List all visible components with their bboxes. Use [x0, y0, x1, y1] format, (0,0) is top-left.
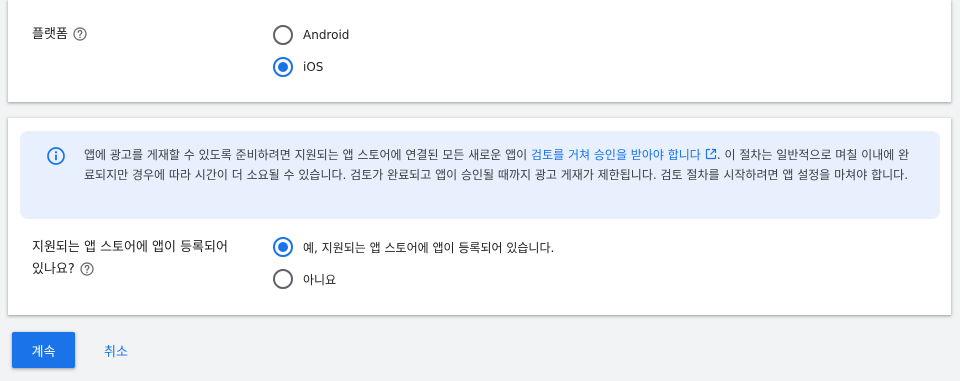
continue-button[interactable]: 계속 — [12, 332, 75, 368]
platform-option-ios[interactable]: iOS — [273, 57, 323, 77]
yes-option-label: 예, 지원되는 앱 스토어에 앱이 등록되어 있습니다. — [303, 240, 555, 255]
platform-label: 플랫폼 — [32, 27, 68, 42]
store-question-line2: 있나요? — [32, 262, 75, 277]
store-option-no[interactable]: 아니요 — [273, 269, 336, 289]
store-option-yes[interactable]: 예, 지원되는 앱 스토어에 앱이 등록되어 있습니다. — [273, 237, 554, 257]
platform-field-label: 플랫폼 — [32, 25, 87, 45]
review-approval-link[interactable]: 검토를 거쳐 승인을 받아야 합니다 — [531, 148, 717, 162]
info-banner-text: 앱에 광고를 게재할 수 있도록 준비하려면 지원되는 앱 스토어에 연결된 모… — [84, 145, 920, 185]
app-store-card: 앱에 광고를 게재할 수 있도록 준비하려면 지원되는 앱 스토어에 연결된 모… — [8, 118, 951, 315]
platform-option-android[interactable]: Android — [273, 25, 349, 45]
platform-card: 플랫폼 Android iOS — [8, 0, 951, 102]
store-question-line2-row: 있나요? — [32, 259, 257, 281]
android-option-label: Android — [303, 28, 350, 42]
store-question-label: 지원되는 앱 스토어에 앱이 등록되어 있나요? — [32, 237, 257, 281]
ios-option-label: iOS — [303, 60, 324, 74]
info-icon — [46, 146, 66, 166]
help-icon[interactable] — [73, 26, 87, 41]
help-icon[interactable] — [80, 261, 94, 276]
review-approval-link-text: 검토를 거쳐 승인을 받아야 합니다 — [531, 148, 701, 162]
external-link-icon — [705, 146, 717, 160]
no-option-label: 아니요 — [303, 272, 337, 287]
android-radio-button[interactable] — [273, 25, 293, 45]
ios-radio-button[interactable] — [273, 57, 293, 77]
store-question-line1: 지원되는 앱 스토어에 앱이 등록되어 — [32, 240, 228, 255]
yes-radio-button[interactable] — [273, 237, 293, 257]
info-banner: 앱에 광고를 게재할 수 있도록 준비하려면 지원되는 앱 스토어에 연결된 모… — [20, 131, 940, 219]
no-radio-button[interactable] — [273, 269, 293, 289]
info-text-before: 앱에 광고를 게재할 수 있도록 준비하려면 지원되는 앱 스토어에 연결된 모… — [84, 148, 532, 162]
cancel-button[interactable]: 취소 — [92, 332, 140, 368]
